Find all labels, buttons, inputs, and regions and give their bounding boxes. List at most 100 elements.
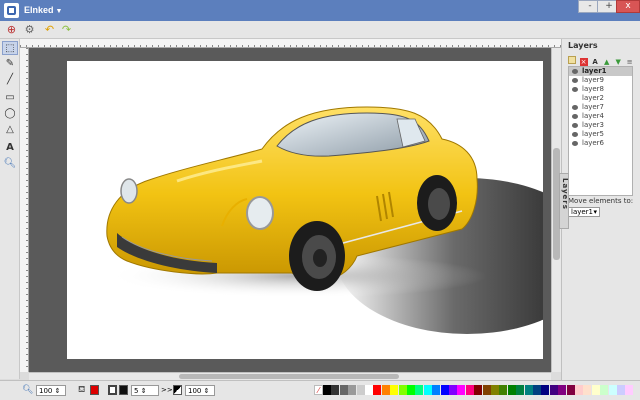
stroke-width-input[interactable]: 5 ⇕ (131, 385, 159, 396)
visibility-eye-icon[interactable] (572, 104, 578, 110)
palette-color-swatch[interactable] (516, 385, 525, 395)
palette-color-swatch[interactable] (524, 385, 533, 395)
palette-color-swatch[interactable] (365, 385, 373, 395)
undo-button[interactable]: ↶ (42, 23, 57, 37)
palette-color-swatch[interactable] (583, 385, 592, 395)
car-illustration[interactable] (67, 61, 551, 359)
palette-color-swatch[interactable] (331, 385, 340, 395)
palette-color-swatch[interactable] (507, 385, 516, 395)
select-tool-icon[interactable]: ⬚ (2, 41, 18, 55)
layer-row[interactable]: layer5 (569, 130, 632, 139)
palette-color-swatch[interactable] (625, 385, 634, 395)
palette-color-swatch[interactable] (600, 385, 609, 395)
layer-row[interactable]: layer7 (569, 103, 632, 112)
palette-color-swatch[interactable] (474, 385, 483, 395)
layer-name: layer6 (582, 139, 605, 147)
palette-color-swatch[interactable] (432, 385, 441, 395)
fill-color-swatch[interactable] (90, 385, 99, 395)
stroke-style-selector[interactable]: >> (161, 385, 173, 396)
scroll-thumb[interactable] (179, 374, 399, 379)
palette-color-swatch[interactable] (608, 385, 617, 395)
bottom-toolbar: 🔍︎ 100 ⇕ ⛾ 5 ⇕ >> 100 ⇕ ⁄ (0, 380, 640, 400)
palette-color-swatch[interactable] (617, 385, 625, 395)
palette-color-swatch[interactable] (549, 385, 558, 395)
palette-color-swatch[interactable] (390, 385, 399, 395)
close-button[interactable]: x (616, 0, 640, 13)
layer-row[interactable]: layer9 (569, 76, 632, 85)
title-bar: Elnked ▼ - + x (0, 0, 640, 21)
palette-color-swatch[interactable] (381, 385, 390, 395)
app-menu[interactable]: Elnked ▼ (24, 5, 62, 15)
app-logo-icon[interactable] (4, 3, 19, 18)
visibility-eye-icon[interactable] (572, 122, 578, 128)
palette-color-swatch[interactable] (575, 385, 583, 395)
visibility-eye-icon[interactable] (572, 77, 578, 83)
pencil-tool-icon[interactable]: ✎ (2, 57, 18, 71)
rectangle-tool-icon[interactable]: ▭ (2, 91, 18, 105)
palette-color-swatch[interactable] (415, 385, 424, 395)
canvas-workspace[interactable] (29, 48, 551, 372)
layers-title: Layers (568, 41, 598, 50)
palette-color-swatch[interactable] (398, 385, 407, 395)
move-elements-select[interactable]: layer1 ▾ (568, 207, 600, 217)
palette-color-swatch[interactable] (457, 385, 466, 395)
palette-color-swatch[interactable] (323, 385, 331, 395)
layer-row[interactable]: layer1 (569, 67, 632, 76)
polygon-tool-icon[interactable]: △ (2, 123, 18, 137)
stroke-icon (108, 385, 117, 395)
palette-color-swatch[interactable] (541, 385, 550, 395)
visibility-eye-icon[interactable] (572, 131, 578, 137)
move-layer-up-icon[interactable]: ▲ (603, 58, 611, 66)
line-tool-icon[interactable]: ╱ (2, 73, 18, 87)
settings-icon[interactable]: ⚙ (22, 23, 37, 37)
zoom-input[interactable]: 100 ⇕ (36, 385, 66, 396)
ellipse-tool-icon[interactable]: ◯ (2, 107, 18, 121)
palette-color-swatch[interactable] (339, 385, 348, 395)
chevron-down-icon: ▼ (55, 8, 63, 15)
layer-name: layer5 (582, 130, 605, 138)
palette-color-swatch[interactable] (373, 385, 382, 395)
layer-list: layer1 layer9 layer8 layer2 layer7 layer4 laye… (568, 66, 633, 196)
new-layer-icon[interactable] (568, 56, 576, 64)
layer-row[interactable]: layer6 (569, 139, 632, 148)
palette-color-swatch[interactable] (348, 385, 357, 395)
palette-color-swatch[interactable] (440, 385, 449, 395)
visibility-eye-icon[interactable] (572, 140, 578, 146)
layer-row[interactable]: layer8 (569, 85, 632, 94)
wireframe-icon[interactable]: ⊕ (4, 23, 19, 37)
zoom-tool-icon[interactable]: 🔍︎ (2, 157, 18, 171)
rename-layer-icon[interactable]: A (591, 58, 599, 66)
layers-sidepanel-tab[interactable]: Layers (559, 173, 569, 229)
layer-menu-icon[interactable]: ≡ (626, 58, 634, 66)
visibility-eye-icon[interactable] (572, 113, 578, 119)
palette-color-swatch[interactable] (491, 385, 499, 395)
delete-layer-icon[interactable]: × (579, 58, 588, 66)
palette-color-swatch[interactable] (566, 385, 575, 395)
layer-row[interactable]: layer4 (569, 112, 632, 121)
layer-name: layer7 (582, 103, 605, 111)
visibility-eye-icon[interactable] (572, 68, 578, 74)
palette-color-swatch[interactable] (533, 385, 541, 395)
layer-row[interactable]: layer3 (569, 121, 632, 130)
palette-color-swatch[interactable] (465, 385, 474, 395)
horizontal-scrollbar[interactable] (29, 372, 551, 380)
palette-color-swatch[interactable] (499, 385, 508, 395)
move-layer-down-icon[interactable]: ▼ (614, 58, 622, 66)
palette-color-swatch[interactable] (423, 385, 432, 395)
text-tool-icon[interactable]: A (2, 141, 18, 155)
palette-color-swatch[interactable] (449, 385, 457, 395)
drawing-page[interactable] (67, 61, 551, 359)
stroke-color-swatch[interactable] (119, 385, 128, 395)
main-toolbar: ⊕ ⚙ ↶ ↷ (0, 21, 640, 39)
palette-color-swatch[interactable] (591, 385, 600, 395)
palette-color-swatch[interactable] (482, 385, 491, 395)
palette-color-swatch[interactable] (558, 385, 567, 395)
visibility-eye-icon[interactable] (572, 86, 578, 92)
palette-color-swatch[interactable] (356, 385, 365, 395)
redo-button[interactable]: ↷ (59, 23, 74, 37)
opacity-input[interactable]: 100 ⇕ (185, 385, 215, 396)
no-color-swatch[interactable]: ⁄ (314, 385, 323, 395)
visibility-eye-icon[interactable] (572, 96, 578, 101)
layer-row[interactable]: layer2 (569, 94, 632, 103)
palette-color-swatch[interactable] (407, 385, 415, 395)
